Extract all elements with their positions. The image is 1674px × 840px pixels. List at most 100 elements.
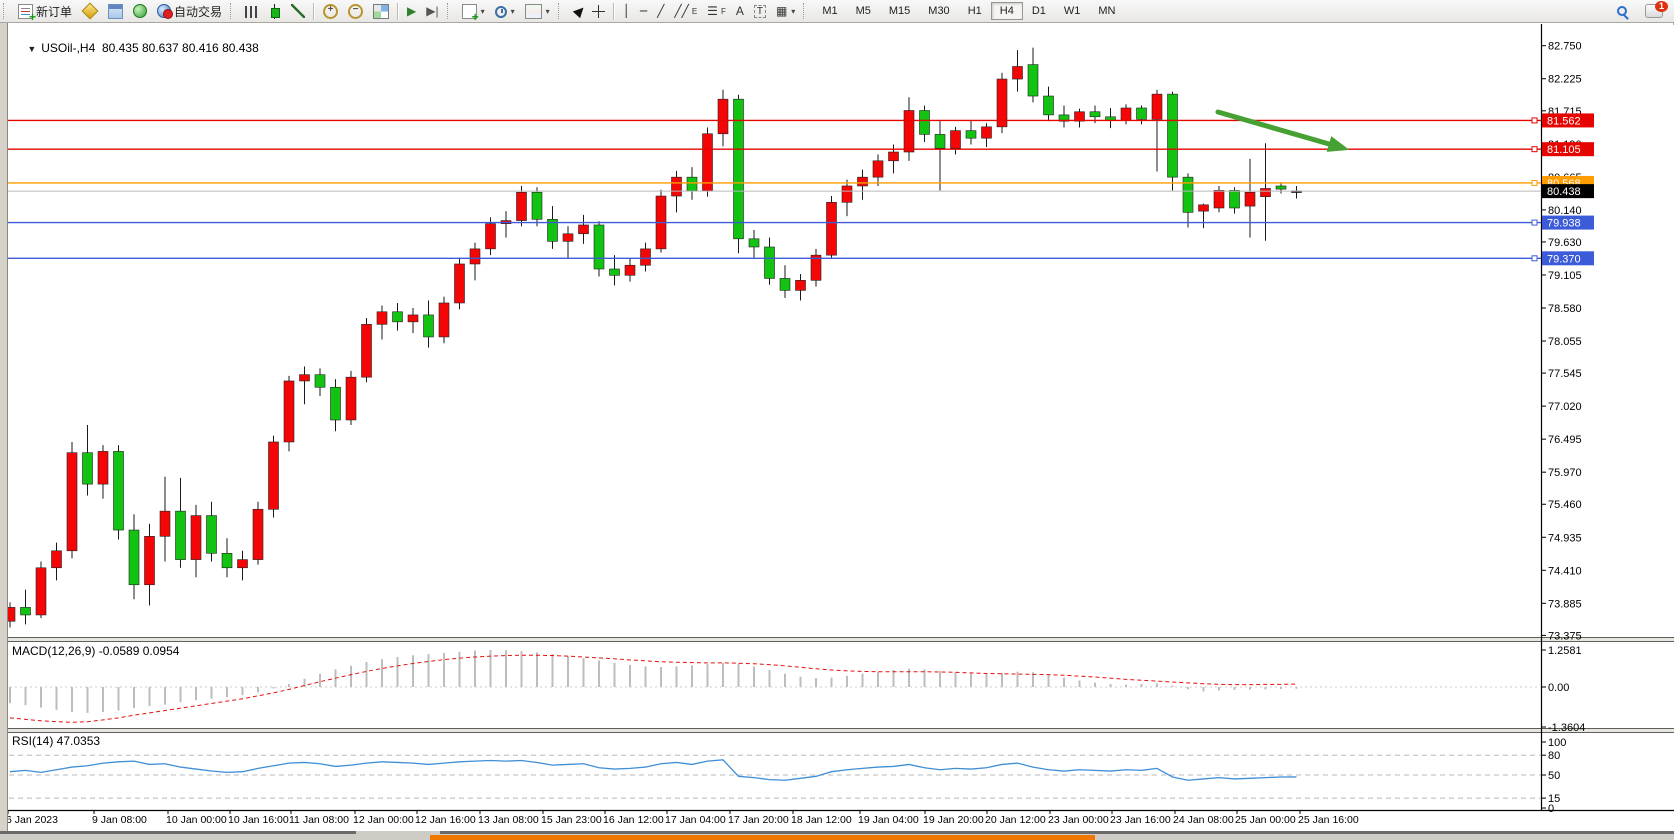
candle xyxy=(393,303,403,331)
candle-body xyxy=(1121,108,1131,121)
new-order-button[interactable]: 新订单 xyxy=(13,1,77,21)
periods-button[interactable]: ▾ xyxy=(490,1,520,21)
price-tick-label: 75.460 xyxy=(1548,499,1582,511)
line-handle[interactable] xyxy=(1532,147,1537,152)
timeframe-button-M1[interactable]: M1 xyxy=(813,2,846,20)
line-handle[interactable] xyxy=(1532,256,1537,261)
channel-tool-button[interactable]: ╱╱E xyxy=(669,1,702,21)
signals-button[interactable] xyxy=(128,1,152,21)
styler-button[interactable] xyxy=(77,1,103,21)
timeframe-button-M5[interactable]: M5 xyxy=(847,2,880,20)
auto-scroll-button[interactable]: ▶ xyxy=(402,1,421,21)
chat-bubble-icon: 1 xyxy=(1645,4,1663,18)
text-label-tool-button[interactable]: T xyxy=(749,1,771,21)
candle xyxy=(1199,204,1209,229)
horizontal-line-object[interactable] xyxy=(8,180,1541,185)
candle xyxy=(517,186,527,226)
candle xyxy=(796,274,806,300)
candle xyxy=(982,123,992,147)
candle-body xyxy=(1261,188,1271,196)
time-tick-label: 24 Jan 08:00 xyxy=(1173,814,1234,826)
time-tick-label: 19 Jan 20:00 xyxy=(923,814,984,826)
candle-body xyxy=(1044,96,1054,115)
crosshair-tool-button[interactable] xyxy=(587,1,610,21)
candle xyxy=(1137,105,1147,124)
cursor-tool-button[interactable] xyxy=(568,1,587,21)
timeframe-button-W1[interactable]: W1 xyxy=(1055,2,1090,20)
market-watch-button[interactable] xyxy=(103,1,128,21)
candle-body xyxy=(1230,190,1240,208)
auto-trading-button[interactable]: 自动交易 xyxy=(152,1,227,21)
candle-body xyxy=(238,560,248,568)
hline-price-label: 81.105 xyxy=(1542,142,1594,156)
candlestick-mode-button[interactable] xyxy=(263,1,286,21)
autotrading-icon xyxy=(157,4,171,18)
candle xyxy=(1044,87,1054,122)
arrow-head[interactable] xyxy=(1327,136,1350,152)
candle-body xyxy=(269,442,279,509)
timeframe-button-M30[interactable]: M30 xyxy=(919,2,958,20)
line-handle[interactable] xyxy=(1532,180,1537,185)
bar-chart-mode-button[interactable] xyxy=(240,1,263,21)
time-tick-label: 12 Jan 00:00 xyxy=(353,814,414,826)
search-icon xyxy=(1617,6,1627,16)
candle-body xyxy=(594,225,604,269)
shapes-icon: ▦ xyxy=(776,4,787,18)
price-tick-label: 74.935 xyxy=(1548,532,1582,544)
trendline-tool-button[interactable]: ╱ xyxy=(652,1,669,21)
zoom-out-button[interactable]: − xyxy=(343,1,368,21)
line-handle[interactable] xyxy=(1532,118,1537,123)
candle xyxy=(67,442,77,558)
vertical-line-tool-button[interactable]: │ xyxy=(618,1,635,21)
trend-arrow-object[interactable] xyxy=(1218,112,1349,152)
text-tool-button[interactable]: A xyxy=(731,1,749,21)
candle-body xyxy=(1090,112,1100,117)
candle xyxy=(966,121,976,145)
candle-body xyxy=(1013,66,1023,79)
timeframe-button-H4[interactable]: H4 xyxy=(991,2,1023,20)
vertical-line-icon: │ xyxy=(623,4,630,18)
horizontal-line-object[interactable] xyxy=(8,118,1541,123)
price-tick-label: 76.495 xyxy=(1548,434,1582,446)
timeframe-button-H1[interactable]: H1 xyxy=(959,2,991,20)
price-tick-label: 82.750 xyxy=(1548,41,1582,53)
arrow-shaft[interactable] xyxy=(1218,112,1336,146)
candle xyxy=(672,171,682,213)
zoom-in-icon: + xyxy=(323,4,338,19)
candle xyxy=(765,238,775,285)
candle-body xyxy=(455,264,465,303)
chart-shift-button[interactable]: ▶| xyxy=(421,1,443,21)
horizontal-line-object[interactable] xyxy=(8,220,1541,225)
macd-tick-label: 0.00 xyxy=(1548,682,1569,694)
symbol-dropdown-icon[interactable]: ▼ xyxy=(27,44,36,54)
line-handle[interactable] xyxy=(1532,220,1537,225)
line-chart-mode-button[interactable] xyxy=(286,1,310,21)
templates-button[interactable]: ▾ xyxy=(520,1,555,21)
price-axis[interactable]: 82.75082.22581.71581.19080.66580.14079.6… xyxy=(1541,41,1582,643)
candle-body xyxy=(393,312,403,322)
candle xyxy=(253,502,263,565)
candle xyxy=(656,190,666,253)
candle-body xyxy=(253,509,263,559)
hline-price-label: 81.562 xyxy=(1542,113,1594,127)
candle-body xyxy=(951,131,961,149)
timeframe-button-D1[interactable]: D1 xyxy=(1023,2,1055,20)
horizontal-line-tool-button[interactable]: ─ xyxy=(635,1,652,21)
horizontal-line-object[interactable] xyxy=(8,147,1541,152)
zoom-in-button[interactable]: + xyxy=(318,1,343,21)
svg-text:80.438: 80.438 xyxy=(1547,186,1581,198)
tile-windows-button[interactable] xyxy=(368,1,394,21)
search-button[interactable] xyxy=(1612,1,1632,21)
timeframe-button-MN[interactable]: MN xyxy=(1089,2,1124,20)
time-axis[interactable]: 6 Jan 20239 Jan 08:0010 Jan 00:0010 Jan … xyxy=(6,810,1359,826)
candle-body xyxy=(1214,190,1224,208)
indicators-button[interactable]: ▾ xyxy=(457,1,490,21)
template-icon xyxy=(525,4,542,19)
candle xyxy=(1276,182,1286,193)
candle xyxy=(594,221,604,276)
fibonacci-tool-button[interactable]: ☰F xyxy=(702,1,731,21)
arrows-tool-button[interactable]: ▦▾ xyxy=(771,1,800,21)
notifications-button[interactable]: 1 xyxy=(1640,1,1668,21)
timeframe-button-M15[interactable]: M15 xyxy=(880,2,919,20)
time-tick-label: 25 Jan 16:00 xyxy=(1298,814,1359,826)
